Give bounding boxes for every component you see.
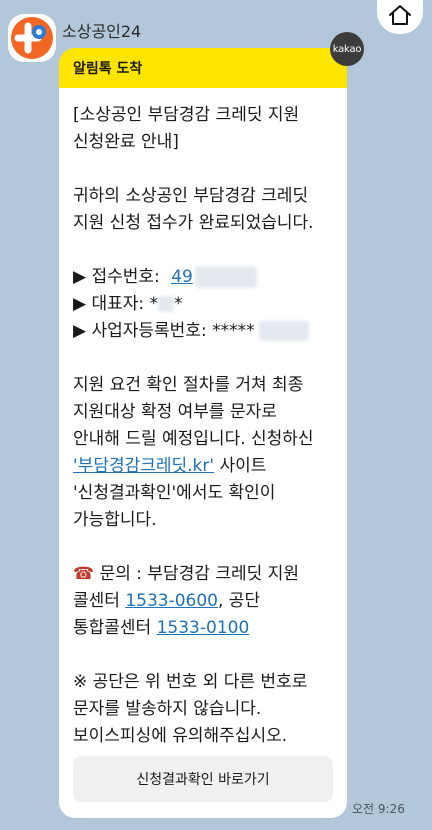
receipt-number-row: ▶ 접수번호: 49 xyxy=(73,264,337,291)
body-line-3: 안내해 드릴 예정입니다. 신청하신 xyxy=(73,429,314,449)
receipt-number-value[interactable]: 49 xyxy=(171,267,193,287)
intro-line-2: 지원 신청 접수가 완료되었습니다. xyxy=(73,213,314,233)
representative-value-end: * xyxy=(174,294,183,314)
notice-line-3: 보이스피싱에 유의해주십시오. xyxy=(73,726,288,746)
title-line-1: [소상공인 부담경감 크레딧 지원 xyxy=(73,105,300,125)
body-line-5: '신청결과확인'에서도 확인이 xyxy=(73,483,276,503)
arrow-icon: ▶ xyxy=(73,294,87,314)
body-line-6: 가능합니다. xyxy=(73,510,157,530)
inquiry-line-2: 콜센터 1533-0600, 공단 xyxy=(73,588,337,615)
message-timestamp: 오전 9:26 xyxy=(352,802,405,816)
phone-icon: ☎ xyxy=(73,564,95,584)
business-number-label: 사업자등록번호: xyxy=(91,321,207,341)
sender-name: 소상공인24 xyxy=(62,22,142,41)
notice-line-2: 문자를 발송하지 않습니다. xyxy=(73,699,262,719)
callcenter-label: 콜센터 xyxy=(73,591,120,611)
kakao-badge: kakao xyxy=(330,32,364,66)
redacted-representative xyxy=(158,296,175,312)
body-line-2: 지원대상 확정 여부를 문자로 xyxy=(73,402,277,422)
business-number-row: ▶ 사업자등록번호: ***** xyxy=(73,318,337,345)
message-body: [소상공인 부담경감 크레딧 지원 신청완료 안내] 귀하의 소상공인 부담경감… xyxy=(59,88,347,750)
callcenter-suffix: , 공단 xyxy=(218,591,261,611)
title-line-2: 신청완료 안내] xyxy=(73,132,179,152)
representative-row: ▶ 대표자: * * xyxy=(73,291,337,318)
redacted-receipt-number xyxy=(194,266,257,288)
representative-label: 대표자: xyxy=(91,294,145,314)
callcenter-phone-link[interactable]: 1533-0600 xyxy=(125,591,218,611)
arrow-icon: ▶ xyxy=(73,321,87,341)
home-icon xyxy=(389,5,411,25)
arrow-icon: ▶ xyxy=(73,267,87,287)
intro-line-1: 귀하의 소상공인 부담경감 크레딧 xyxy=(73,186,309,206)
sender-avatar[interactable] xyxy=(8,14,56,62)
bubble-header: 알림톡 도착 xyxy=(59,48,347,88)
home-button[interactable] xyxy=(377,0,423,34)
receipt-number-label: 접수번호: xyxy=(91,267,160,287)
alimtalk-message-bubble: 알림톡 도착 [소상공인 부담경감 크레딧 지원 신청완료 안내] 귀하의 소상… xyxy=(59,48,347,818)
inquiry-line-3: 통합콜센터 1533-0100 xyxy=(73,615,337,642)
body-line-4-suffix: 사이트 xyxy=(214,456,267,476)
notice-line-1: ※ 공단은 위 번호 외 다른 번호로 xyxy=(73,672,308,692)
integrated-callcenter-phone-link[interactable]: 1533-0100 xyxy=(157,618,250,638)
body-line-4: '부담경감크레딧.kr' 사이트 xyxy=(73,453,337,480)
business-number-value: ***** xyxy=(212,321,255,341)
representative-value-start: * xyxy=(149,294,159,314)
check-result-button[interactable]: 신청결과확인 바로가기 xyxy=(73,756,333,802)
integrated-callcenter-label: 통합콜센터 xyxy=(73,618,152,638)
inquiry-line-1: ☎ 문의 : 부담경감 크레딧 지원 xyxy=(73,561,337,588)
inquiry-text: 문의 : 부담경감 크레딧 지원 xyxy=(99,564,299,584)
header-label: 알림톡 도착 xyxy=(73,61,143,77)
body-line-1: 지원 요건 확인 절차를 거쳐 최종 xyxy=(73,375,304,395)
sosang24-logo-icon xyxy=(11,17,53,59)
site-link[interactable]: '부담경감크레딧.kr' xyxy=(73,456,214,476)
redacted-business-number xyxy=(258,321,309,341)
